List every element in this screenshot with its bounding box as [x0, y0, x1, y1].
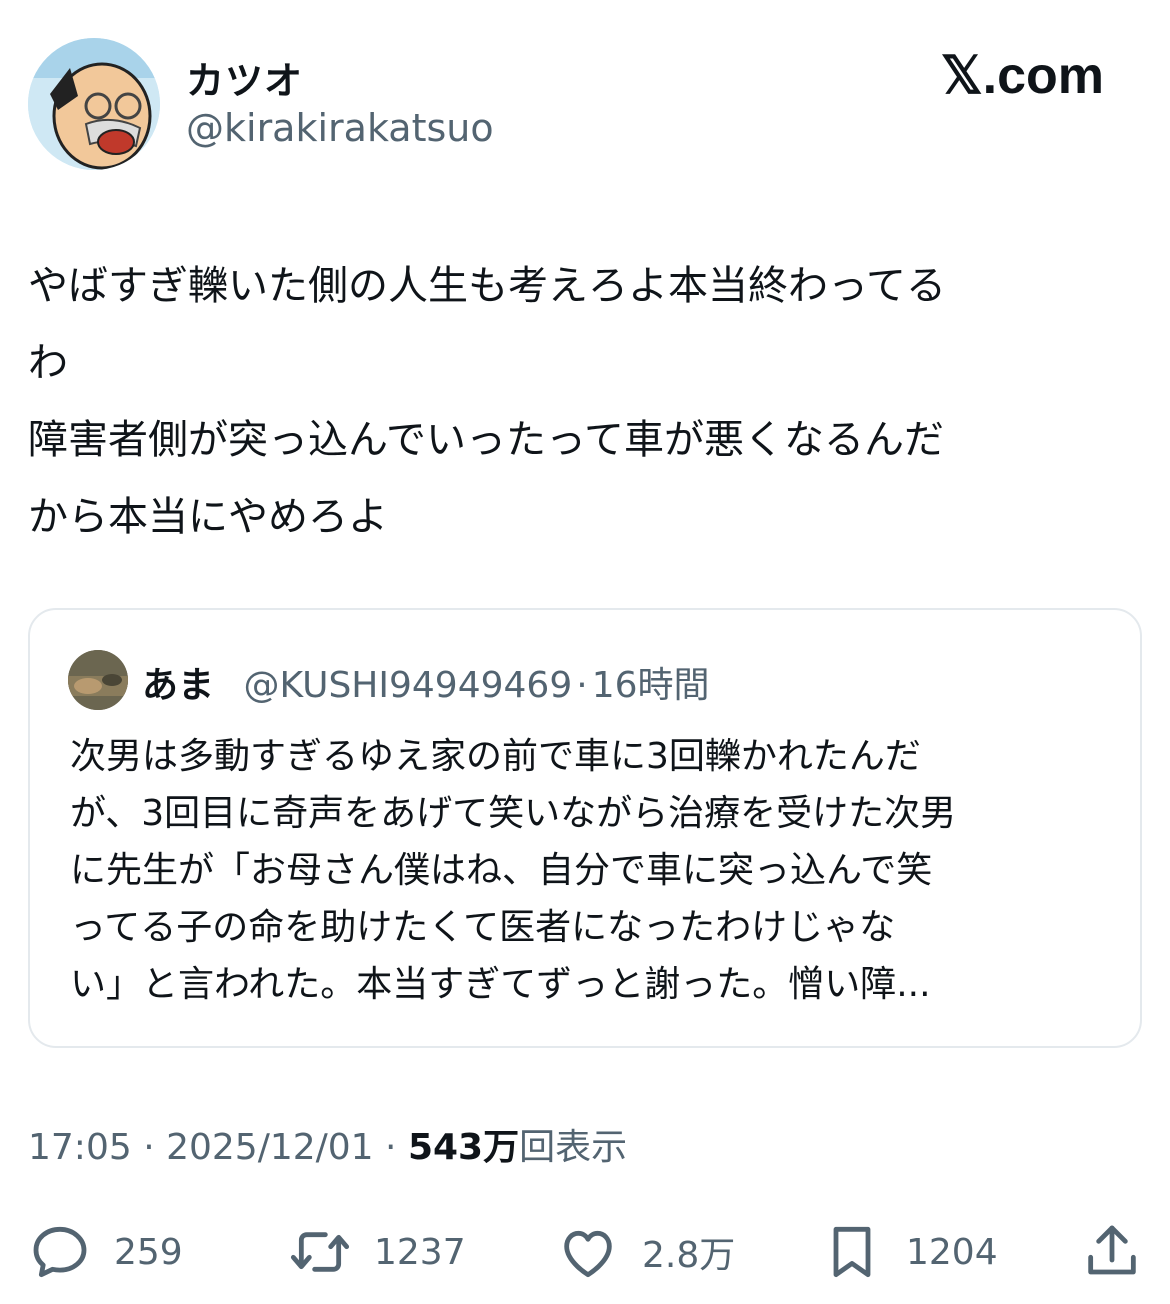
tweet-time[interactable]: 17:05 [28, 1127, 132, 1168]
quote-separator: · [576, 665, 588, 706]
author-handle[interactable]: @kirakirakatsuo [186, 106, 494, 150]
views-label: 回表示 [519, 1127, 628, 1168]
like-count: 2.8万 [642, 1235, 736, 1276]
views-count: 543万 [407, 1127, 520, 1168]
tweet-date[interactable]: 2025/12/01 [166, 1127, 374, 1168]
quote-timestamp: 16時間 [591, 665, 710, 706]
meta-separator: · [373, 1127, 408, 1168]
quoted-tweet-card[interactable]: あま @KUSHI94949469 · 16時間 次男は多動すぎるゆえ家の前で車に3… [28, 608, 1142, 1048]
action-bar: 259 1237 2.8万 1204 [0, 1212, 1170, 1292]
like-icon [564, 1230, 612, 1278]
bookmark-count: 1204 [906, 1231, 998, 1273]
repost-button[interactable]: 1237 [288, 1212, 466, 1292]
quote-header: あま @KUSHI94949469 · 16時間 [142, 656, 710, 708]
repost-count: 1237 [374, 1231, 466, 1273]
avatar-photo-icon [68, 650, 128, 710]
like-button[interactable]: 2.8万 [556, 1212, 735, 1292]
quote-author-avatar [68, 650, 128, 710]
tweet-screenshot: カツオ @kirakirakatsuo 𝕏.com やばすぎ轢いた側の人生も考え… [0, 0, 1170, 1304]
author-display-name[interactable]: カツオ [186, 50, 303, 105]
quote-author-name: あま [142, 665, 215, 706]
reply-count: 259 [114, 1231, 183, 1273]
bookmark-icon [833, 1226, 871, 1278]
tweet-meta: 17:05 · 2025/12/01 · 543万回表示 [28, 1118, 627, 1170]
quote-text: 次男は多動すぎるゆえ家の前で車に3回轢かれたんだ が、3回目に奇声をあげて笑いな… [70, 736, 957, 1005]
bookmark-button[interactable]: 1204 [820, 1212, 998, 1292]
author-avatar[interactable] [28, 38, 160, 170]
repost-icon [290, 1232, 350, 1272]
avatar-cartoon-old-man-icon [28, 38, 160, 170]
tweet-text: やばすぎ轢いた側の人生も考えろよ本当終わってる わ 障害者側が突っ込んでいったっ… [28, 263, 946, 540]
share-icon [1088, 1225, 1136, 1275]
quote-author-handle: @KUSHI94949469 [243, 665, 573, 706]
meta-separator: · [131, 1127, 167, 1168]
reply-icon [33, 1226, 87, 1278]
reply-button[interactable]: 259 [28, 1212, 183, 1292]
share-button[interactable] [1080, 1212, 1144, 1292]
x-com-logo: 𝕏.com [940, 47, 1104, 105]
